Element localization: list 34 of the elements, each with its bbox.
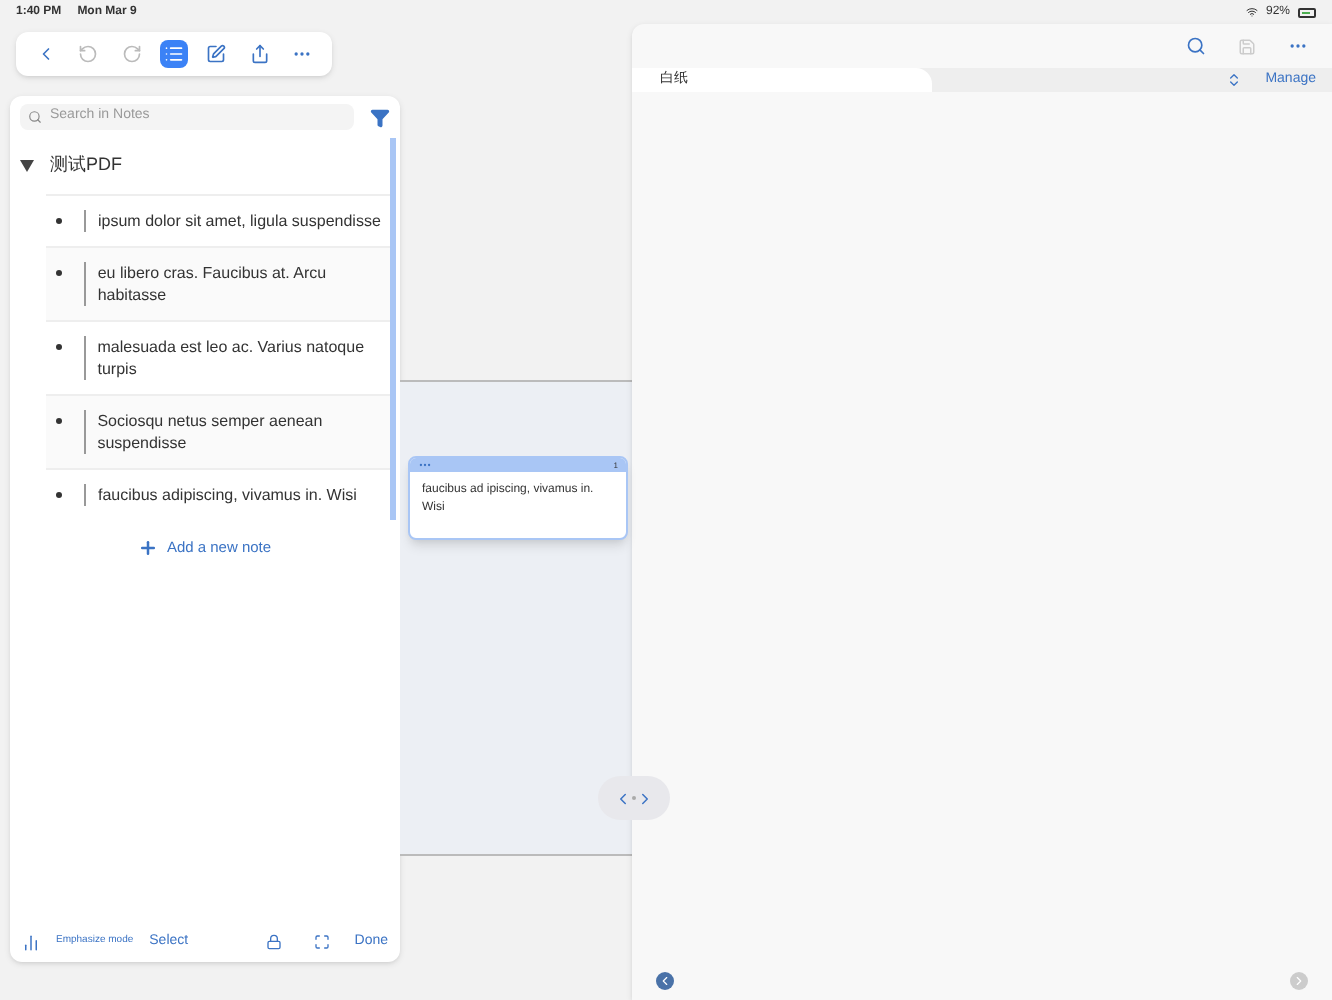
share-icon xyxy=(249,44,270,64)
note-row[interactable]: Sociosqu netus semper aenean suspendisse xyxy=(46,394,390,468)
lock-icon[interactable] xyxy=(266,934,283,950)
note-text: faucibus adipiscing, vivamus in. Wisi xyxy=(84,484,357,506)
group-header[interactable]: 测试PDF xyxy=(10,138,390,194)
filter-icon[interactable] xyxy=(370,107,390,127)
search-icon xyxy=(28,110,42,124)
edit-icon xyxy=(206,44,227,64)
search-icon[interactable] xyxy=(1186,36,1206,56)
bullet-icon xyxy=(56,492,62,498)
more-icon[interactable] xyxy=(418,458,432,472)
note-text: ipsum dolor sit amet, ligula suspendisse xyxy=(84,210,381,232)
chevron-left-icon xyxy=(614,789,632,807)
sort-icon[interactable] xyxy=(1225,72,1242,88)
plus-icon xyxy=(138,537,159,558)
bullet-icon xyxy=(56,344,62,350)
list-button[interactable] xyxy=(159,40,188,68)
chevron-right-icon xyxy=(636,789,654,807)
note-row[interactable]: eu libero cras. Faucibus at. Arcu habitasse xyxy=(46,246,390,320)
battery-icon xyxy=(1298,7,1316,17)
redo-icon xyxy=(121,44,142,64)
emphasize-icon[interactable] xyxy=(22,933,40,951)
expand-icon[interactable] xyxy=(314,934,331,950)
previous-icon[interactable] xyxy=(656,971,674,989)
undo-icon xyxy=(78,44,99,64)
wifi-icon xyxy=(1245,6,1258,18)
bullet-icon xyxy=(56,270,62,276)
triangle-icon xyxy=(20,160,34,172)
note-text: eu libero cras. Faucibus at. Arcu habitasse xyxy=(83,262,382,306)
note-text: Sociosqu netus semper aenean suspendisse xyxy=(83,410,382,454)
bullet-icon xyxy=(56,218,62,224)
bullet-icon xyxy=(56,418,62,424)
edit-button[interactable] xyxy=(202,40,231,68)
note-text: malesuada est leo ac. Varius natoque turpis xyxy=(83,336,382,380)
